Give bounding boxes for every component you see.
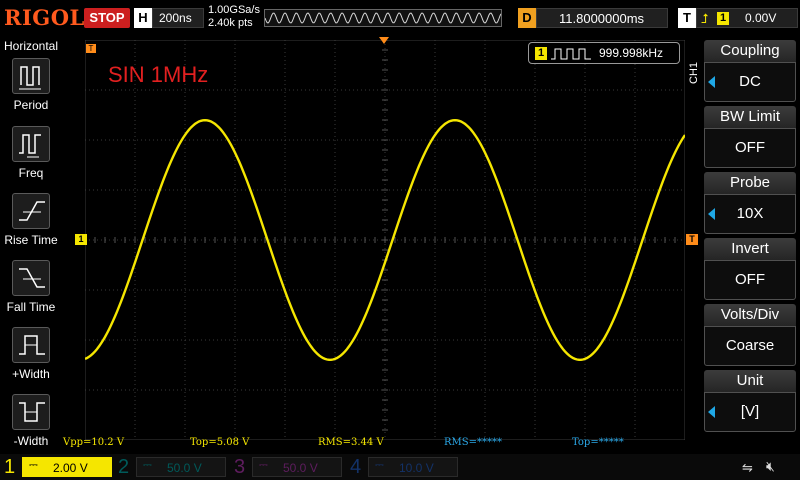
waveform-display[interactable]: SIN 1MHz 1 999.998kHz [84, 39, 686, 441]
selector-arrow-icon [708, 76, 715, 88]
frequency-counter: 1 999.998kHz [528, 42, 680, 64]
sample-rate: 1.00GSa/s [208, 4, 260, 16]
measurement-vpp: Vpp=10.2 V [63, 437, 125, 448]
waveform-chart [84, 39, 686, 441]
channel-tag: CH1 [688, 61, 700, 84]
top-status-bar: RIGOL STOP H 200ns 1.00GSa/s 2.40k pts D… [0, 0, 800, 36]
selector-arrow-icon [708, 406, 715, 418]
channel-4-scale-value: 10.0 V [399, 461, 434, 475]
memory-overview-bar[interactable] [264, 9, 502, 27]
channel-2-scale[interactable]: ⎓ 50.0 V [136, 457, 226, 477]
measurement-bar: Vpp=10.2 V Top=5.08 V RMS=3.44 V RMS=***… [60, 437, 700, 451]
memory-depth: 2.40k pts [208, 17, 253, 29]
fall-time-icon[interactable] [12, 260, 50, 296]
channel-4-button[interactable]: 4 [350, 456, 361, 478]
left-menu-label-0: Period [13, 98, 49, 112]
menu-value-0: DC [739, 73, 761, 90]
speaker-mute-icon[interactable]: 🔇︎ [766, 458, 775, 475]
measurement-top: Top=5.08 V [190, 437, 250, 448]
menu-value-2: 10X [736, 205, 764, 222]
dc-coupling-icon: ⎓ [143, 459, 152, 471]
left-menu-label-3: Fall Time [6, 300, 56, 314]
counter-value: 999.998kHz [599, 46, 664, 60]
menu-title-4: Volts/Div [704, 304, 796, 326]
channel-2-button[interactable]: 2 [118, 456, 129, 478]
delay-indicator: D [518, 8, 536, 28]
waveform-overview-icon [265, 12, 501, 24]
measurement-top-2: Top=***** [572, 437, 624, 448]
menu-option-1[interactable]: OFF [704, 128, 796, 168]
menu-title-5: Unit [704, 370, 796, 392]
menu-title-1: BW Limit [704, 106, 796, 128]
selector-arrow-icon [708, 208, 715, 220]
measurement-rms-2: RMS=***** [444, 437, 502, 448]
usb-icon: ⇋ [742, 460, 753, 475]
period-icon[interactable] [12, 58, 50, 94]
trigger-level: 0.00V [745, 11, 777, 25]
menu-value-1: OFF [735, 139, 765, 156]
channel-1-scale[interactable]: ⎓ 2.00 V [22, 457, 112, 477]
neg-width-icon[interactable] [12, 394, 50, 430]
menu-option-0[interactable]: DC [704, 62, 796, 102]
left-menu-label-4: +Width [12, 367, 50, 381]
dc-coupling-icon: ⎓ [375, 459, 384, 471]
freq-icon[interactable] [12, 126, 50, 162]
trigger-source: 1 [717, 12, 729, 25]
annotation-label: SIN 1MHz [108, 62, 209, 87]
menu-value-5: [V] [740, 403, 760, 420]
menu-title-0: Coupling [704, 40, 796, 62]
trigger-box[interactable]: ⮥ 1 0.00V [696, 8, 798, 28]
menu-option-3[interactable]: OFF [704, 260, 796, 300]
channel-2-scale-value: 50.0 V [167, 461, 202, 475]
counter-channel: 1 [535, 47, 547, 60]
menu-option-2[interactable]: 10X [704, 194, 796, 234]
brand-logo: RIGOL [4, 5, 85, 30]
menu-title-2: Probe [704, 172, 796, 194]
run-stop-status[interactable]: STOP [84, 8, 130, 28]
ch1-offset-marker[interactable]: 1 [75, 234, 87, 245]
channel-1-scale-value: 2.00 V [53, 461, 88, 475]
channel-4-scale[interactable]: ⎓ 10.0 V [368, 457, 458, 477]
rise-time-icon[interactable] [12, 193, 50, 229]
dc-coupling-icon: ⎓ [29, 459, 38, 471]
square-wave-icon [551, 48, 591, 60]
trigger-indicator: T [678, 8, 696, 28]
channel-3-scale-value: 50.0 V [283, 461, 318, 475]
left-menu-label-2: Rise Time [4, 233, 58, 247]
menu-value-3: OFF [735, 271, 765, 288]
menu-title-3: Invert [704, 238, 796, 260]
left-menu-title: Horizontal [3, 39, 59, 53]
channel-3-button[interactable]: 3 [234, 456, 245, 478]
dc-coupling-icon: ⎓ [259, 459, 268, 471]
left-menu-label-5: -Width [13, 434, 49, 448]
left-menu-label-1: Freq [18, 166, 44, 180]
menu-option-4[interactable]: Coarse [704, 326, 796, 366]
delay-value: 11.8000000ms [559, 11, 645, 26]
trigger-position-marker[interactable] [379, 37, 389, 44]
pos-width-icon[interactable] [12, 327, 50, 363]
delay-box[interactable]: 11.8000000ms [536, 8, 668, 28]
menu-value-4: Coarse [725, 337, 775, 354]
channel-1-button[interactable]: 1 [4, 456, 15, 478]
timebase-value: 200ns [159, 11, 192, 25]
trigger-level-marker[interactable]: T [686, 234, 698, 245]
trigger-time-marker: T [86, 44, 96, 53]
measurement-rms: RMS=3.44 V [318, 437, 384, 448]
horizontal-indicator: H [134, 8, 152, 28]
timebase-box[interactable]: 200ns [152, 8, 204, 28]
channel-3-scale[interactable]: ⎓ 50.0 V [252, 457, 342, 477]
rising-edge-icon: ⮥ [701, 11, 709, 26]
menu-option-5[interactable]: [V] [704, 392, 796, 432]
